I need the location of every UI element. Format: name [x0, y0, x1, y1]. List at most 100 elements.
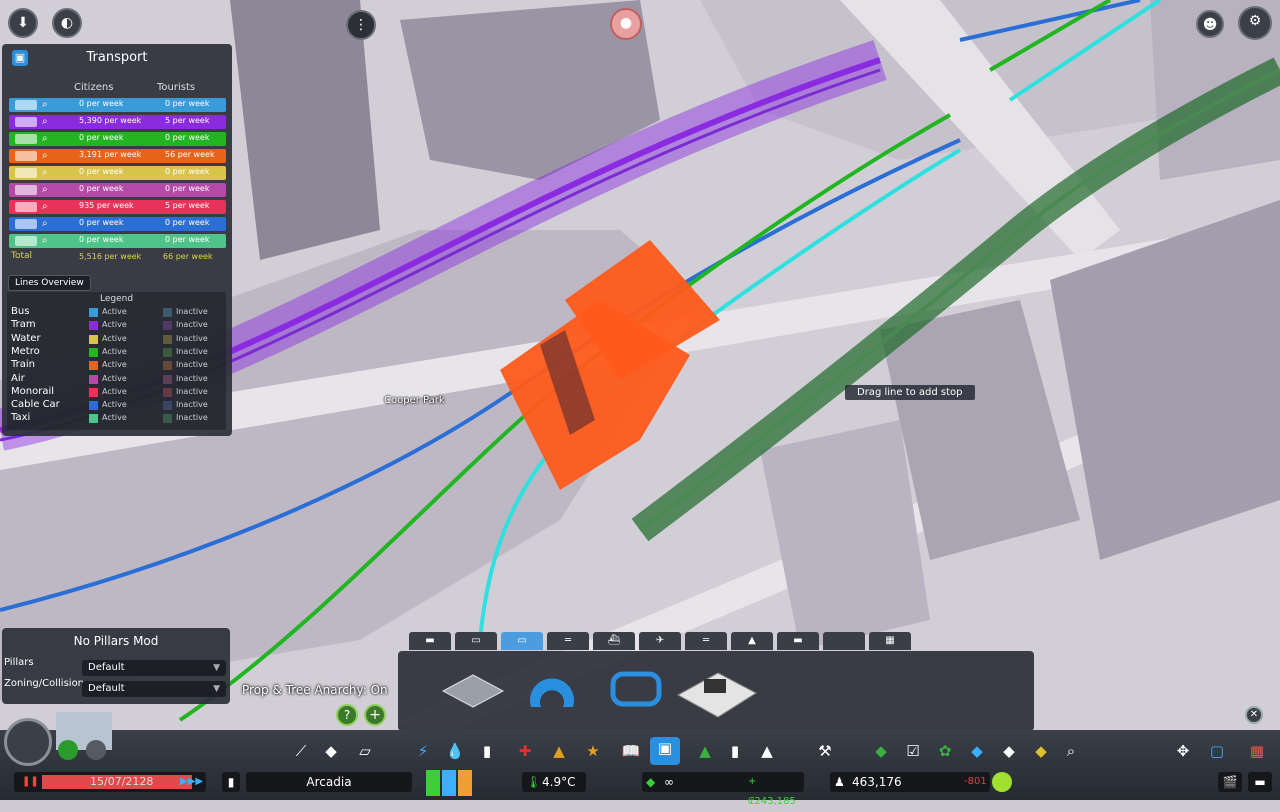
transport-row-bus[interactable]: ⌕ 0 per week 0 per week	[9, 98, 226, 112]
tab-bus[interactable]: ▬	[409, 632, 451, 650]
info-icon[interactable]: ▮	[222, 772, 240, 792]
tourists-value: 5 per week	[165, 116, 210, 125]
park-label[interactable]: Cooper Park	[384, 395, 445, 406]
close-icon[interactable]: ✕	[1245, 706, 1263, 724]
search-icon[interactable]: ⌕	[42, 218, 54, 230]
speed-button[interactable]: ▶▶▶	[180, 772, 203, 792]
search-icon[interactable]: ⌕	[42, 167, 54, 179]
tab-cable-car[interactable]: ▲	[731, 632, 773, 650]
chirper-icon[interactable]: ●	[610, 8, 642, 40]
monuments-icon[interactable]: ▲	[756, 740, 778, 762]
police-icon[interactable]: ★	[582, 740, 604, 762]
tab-grid[interactable]: ▦	[869, 632, 911, 650]
metro-depot-tool[interactable]	[674, 661, 760, 721]
tourists-value: 0 per week	[165, 133, 210, 142]
surface-icon[interactable]: ◆	[998, 740, 1020, 762]
search-icon[interactable]: ⌕	[42, 201, 54, 213]
legend-row: Air Active Inactive	[7, 373, 226, 386]
photo-mode-icon[interactable]: 🎬	[1218, 772, 1242, 792]
transport-row-ship[interactable]: ⌕ 0 per week 0 per week	[9, 166, 226, 180]
chirp-icon[interactable]: ▦	[1246, 740, 1268, 762]
search-icon[interactable]: ⌕	[42, 116, 54, 128]
population-display[interactable]: ♟ 463,176 -801	[830, 772, 990, 792]
electricity-icon[interactable]: ⚡	[412, 740, 434, 762]
tab-tram[interactable]: ▭	[455, 632, 497, 650]
transport-row-train[interactable]: ⌕ 3,191 per week 56 per week	[9, 149, 226, 163]
unlock-icon[interactable]: ⬇	[8, 8, 38, 38]
pillars-dropdown[interactable]: Default ▼	[82, 660, 226, 676]
gear-icon[interactable]: ⚙	[1238, 6, 1272, 40]
legend-mode-name: Tram	[11, 319, 36, 331]
water-icon[interactable]: 💧	[444, 740, 466, 762]
achievements-icon[interactable]: ☻	[1196, 10, 1224, 38]
minimize-icon[interactable]: ▬	[1248, 772, 1272, 792]
search-icon[interactable]: ⌕	[42, 99, 54, 111]
inactive-swatch	[163, 347, 172, 357]
zoning-label: Zoning/Collision	[4, 678, 85, 689]
garbage-icon[interactable]: ▮	[476, 740, 498, 762]
transport-row-cable-car[interactable]: ⌕ 0 per week 0 per week	[9, 217, 226, 231]
select-icon[interactable]: ▢	[1206, 740, 1228, 762]
clock-icon[interactable]	[86, 740, 106, 760]
policies-icon[interactable]: ☑	[902, 740, 924, 762]
tab-monorail[interactable]: ═	[685, 632, 727, 650]
pause-button[interactable]: ❚❚	[22, 772, 39, 792]
search-icon[interactable]: ⌕	[42, 184, 54, 196]
transport-row-monorail[interactable]: ⌕ 935 per week 5 per week	[9, 200, 226, 214]
legend-title: Legend	[99, 294, 134, 304]
money-display[interactable]: ◆ ∞ +₢243,185	[642, 772, 804, 807]
health-icon[interactable]: ✚	[514, 740, 536, 762]
metro-station-tool[interactable]	[438, 669, 508, 709]
parks-icon[interactable]: ▲	[694, 740, 716, 762]
tab-air[interactable]: ✈	[639, 632, 681, 650]
fire-icon[interactable]: ▲	[548, 740, 570, 762]
lines-overview-button[interactable]: Lines Overview	[8, 275, 91, 291]
line-loop-icon[interactable]	[610, 671, 662, 707]
search-icon[interactable]: ⌕	[1060, 740, 1082, 762]
active-swatch	[89, 374, 98, 384]
decorations-icon[interactable]: ✿	[934, 740, 956, 762]
search-icon[interactable]: ⌕	[42, 150, 54, 162]
search-icon[interactable]: ⌕	[42, 133, 54, 145]
zoning-dropdown[interactable]: Default ▼	[82, 681, 226, 697]
legend-row: Monorail Active Inactive	[7, 386, 226, 399]
zone-icon[interactable]	[58, 740, 78, 760]
water-tool-icon[interactable]: ◆	[966, 740, 988, 762]
inactive-swatch	[163, 361, 172, 371]
transport-row-taxi[interactable]: ⌕ 0 per week 0 per week	[9, 234, 226, 248]
bus-icon	[15, 100, 37, 110]
transport-row-tram[interactable]: ⌕ 5,390 per week 5 per week	[9, 115, 226, 129]
legend: Legend Bus Active Inactive Tram Active Inacti…	[7, 292, 226, 430]
city-name[interactable]: Arcadia	[246, 772, 412, 792]
pillars-label: Pillars	[4, 657, 34, 668]
tab-train[interactable]: ═	[547, 632, 589, 650]
traffic-light-icon[interactable]: ⋮	[346, 10, 376, 40]
metro-tunnel-tool[interactable]	[523, 667, 579, 711]
active-label: Active	[102, 333, 127, 343]
roads-icon[interactable]: ⟋	[290, 740, 312, 762]
tourists-value: 0 per week	[165, 218, 210, 227]
money-icon[interactable]: ◆	[870, 740, 892, 762]
tab-taxi[interactable]: ▬	[777, 632, 819, 650]
zoning-icon[interactable]: ◆	[320, 740, 342, 762]
inactive-label: Inactive	[176, 346, 208, 356]
tab-ship[interactable]: ⛴	[593, 632, 635, 650]
education-icon[interactable]: 📖	[620, 740, 642, 762]
transport-row-metro[interactable]: ⌕ 0 per week 0 per week	[9, 132, 226, 146]
help-icon[interactable]: ?	[336, 704, 358, 726]
landscaping-icon[interactable]: ⚒	[814, 740, 836, 762]
plus-icon[interactable]: +	[364, 704, 386, 726]
legend-mode-name: Air	[11, 372, 25, 384]
tab-metro[interactable]: ▭	[501, 632, 543, 650]
bulldoze-icon[interactable]: ◐	[52, 8, 82, 38]
globe-icon[interactable]	[4, 718, 52, 766]
move-icon[interactable]: ✥	[1172, 740, 1194, 762]
districts-icon[interactable]: ▱	[354, 740, 376, 762]
unique-buildings-icon[interactable]: ▮	[724, 740, 746, 762]
transport-row-air[interactable]: ⌕ 0 per week 0 per week	[9, 183, 226, 197]
transport-icon[interactable]: ▣	[650, 737, 680, 765]
layers-icon[interactable]: ◆	[1030, 740, 1052, 762]
citizens-header: Citizens	[74, 82, 114, 93]
tab-extra[interactable]	[823, 632, 865, 650]
search-icon[interactable]: ⌕	[42, 235, 54, 247]
